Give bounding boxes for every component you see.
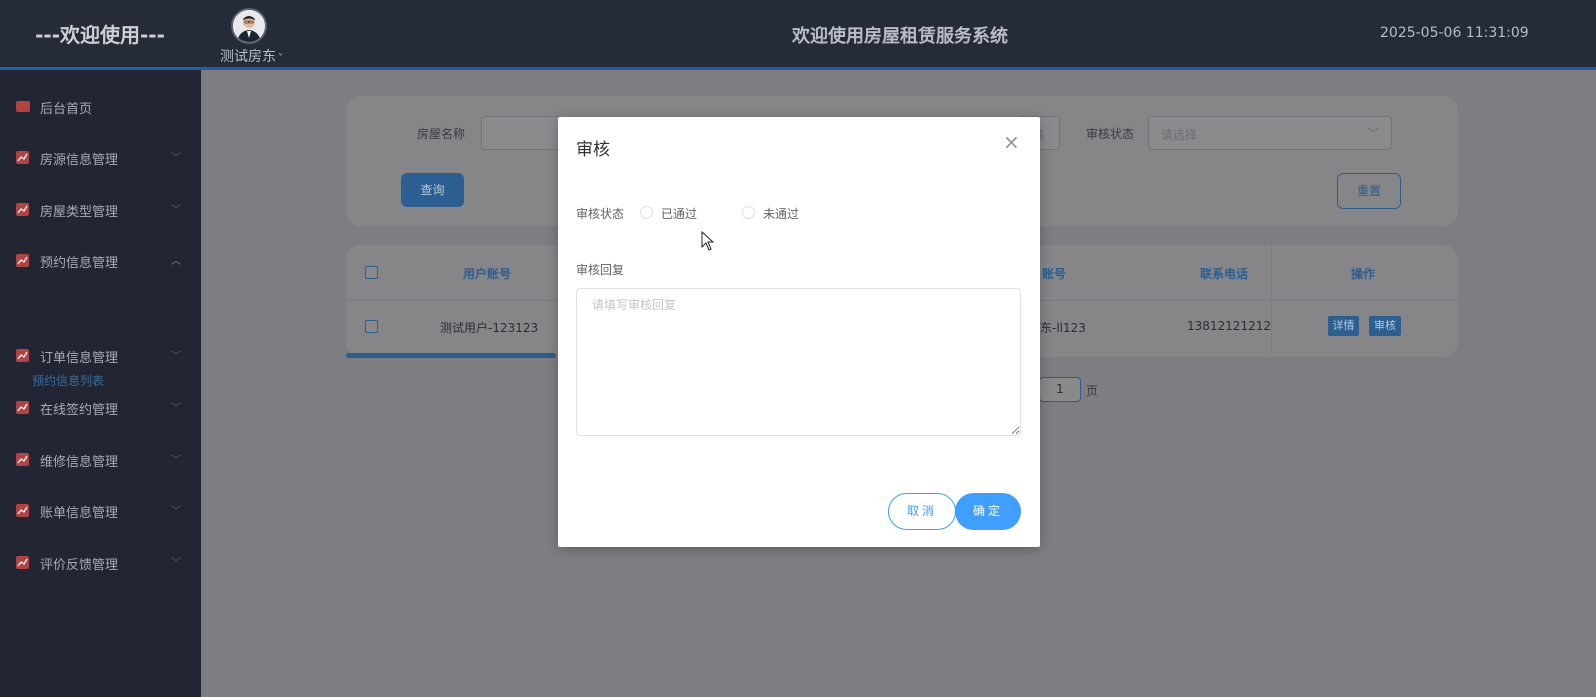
sidebar-item-orders[interactable]: 订单信息管理 ﹀ — [0, 336, 201, 376]
chevron-down-icon: ﹀ — [171, 403, 181, 414]
user-avatar-icon — [233, 10, 265, 42]
cell-user-account: 测试用户-123123 — [440, 321, 539, 335]
chevron-down-icon: ﹀ — [171, 153, 181, 164]
chart-icon — [16, 254, 29, 267]
col-actions: 操作 — [1351, 267, 1376, 281]
audit-button[interactable]: 审核 — [1369, 316, 1401, 336]
cell-landlord-account: 东-ll123 — [1040, 321, 1086, 335]
sidebar-item-label: 房源信息管理 — [40, 153, 119, 168]
chart-icon — [16, 556, 29, 569]
radio-failed[interactable] — [742, 206, 755, 219]
user-name-label: 测试房东 — [220, 49, 276, 65]
audit-status-label: 审核状态 — [1086, 127, 1135, 141]
audit-dialog: 审核 × 审核状态 已通过 未通过 审核回复 取消 确定 — [558, 117, 1040, 547]
sidebar: 后台首页 房源信息管理 ﹀ 房屋类型管理 ﹀ 预约信息管理 ︿ 预约信息列表 订… — [0, 70, 201, 697]
audit-status-select[interactable]: 请选择 ﹀ — [1148, 116, 1392, 150]
sidebar-item-label: 评价反馈管理 — [40, 558, 119, 573]
chevron-down-icon: ﹀ — [171, 205, 181, 216]
house-name-input[interactable] — [481, 116, 561, 150]
sidebar-item-contracts[interactable]: 在线签约管理 ﹀ — [0, 388, 201, 428]
select-all-checkbox[interactable] — [365, 266, 378, 279]
cancel-button[interactable]: 取消 — [888, 493, 956, 530]
chevron-down-icon: ﹀ — [171, 455, 181, 466]
radio-passed[interactable] — [640, 206, 653, 219]
radio-failed-label[interactable]: 未通过 — [763, 205, 799, 222]
audit-status-field-label: 审核状态 — [576, 207, 625, 221]
sidebar-item-label: 账单信息管理 — [40, 506, 119, 521]
audit-reply-textarea[interactable] — [576, 288, 1021, 436]
sidebar-item-house-type[interactable]: 房屋类型管理 ﹀ — [0, 190, 201, 230]
sidebar-item-label: 订单信息管理 — [40, 351, 119, 366]
user-menu[interactable]: 测试房东 ˅ — [220, 46, 283, 66]
col-user-account: 用户账号 — [463, 267, 512, 281]
col-phone: 联系电话 — [1200, 267, 1249, 281]
row-checkbox[interactable] — [365, 320, 378, 333]
audit-reply-label: 审核回复 — [576, 263, 625, 277]
avatar[interactable] — [231, 8, 267, 44]
query-button[interactable]: 查询 — [401, 173, 464, 207]
mouse-cursor-icon — [701, 231, 715, 251]
datetime: 2025-05-06 11:31:09 — [1380, 25, 1529, 41]
reset-button[interactable]: 重置 — [1337, 173, 1401, 209]
close-icon[interactable]: × — [1003, 130, 1020, 154]
sidebar-item-house-info[interactable]: 房源信息管理 ﹀ — [0, 138, 201, 178]
col-landlord-account: 账号 — [1042, 267, 1067, 281]
column-divider — [1271, 245, 1272, 353]
radio-passed-label[interactable]: 已通过 — [661, 205, 697, 222]
dialog-title: 审核 — [576, 140, 610, 160]
chevron-down-icon: ˅ — [278, 53, 283, 64]
cell-phone: 13812121212 — [1187, 319, 1271, 333]
audit-status-placeholder: 请选择 — [1161, 128, 1198, 142]
sidebar-item-label: 后台首页 — [40, 102, 93, 117]
sidebar-item-label: 维修信息管理 — [40, 455, 119, 470]
sidebar-item-dashboard[interactable]: 后台首页 — [0, 87, 201, 127]
sidebar-item-bills[interactable]: 账单信息管理 ﹀ — [0, 491, 201, 531]
system-title: 欢迎使用房屋租赁服务系统 — [792, 26, 1008, 47]
chart-icon — [16, 151, 29, 164]
sidebar-item-label: 在线签约管理 — [40, 403, 119, 418]
sidebar-item-repairs[interactable]: 维修信息管理 ﹀ — [0, 440, 201, 480]
horizontal-scrollbar[interactable] — [346, 353, 556, 358]
monitor-icon — [16, 101, 30, 112]
sidebar-item-label: 预约信息管理 — [40, 256, 119, 271]
top-header: ---欢迎使用--- 测试房东 ˅ 欢迎使用房屋租赁服务系统 2025-05-06… — [0, 0, 1596, 67]
welcome-text: ---欢迎使用--- — [35, 23, 165, 47]
sidebar-item-appointment[interactable]: 预约信息管理 ︿ — [0, 241, 201, 281]
chevron-down-icon: ﹀ — [171, 351, 181, 362]
header-accent-bar — [0, 67, 1596, 70]
detail-button[interactable]: 详情 — [1328, 316, 1359, 336]
chevron-down-icon: ﹀ — [1368, 127, 1379, 140]
chevron-up-icon: ︿ — [171, 256, 181, 267]
page-number-input[interactable]: 1 — [1039, 377, 1081, 402]
confirm-button[interactable]: 确定 — [955, 493, 1021, 530]
chart-icon — [16, 349, 29, 362]
chart-icon — [16, 401, 29, 414]
chevron-down-icon: ﹀ — [171, 506, 181, 517]
sidebar-item-feedback[interactable]: 评价反馈管理 ﹀ — [0, 543, 201, 583]
page-suffix: 页 — [1086, 384, 1099, 398]
chart-icon — [16, 453, 29, 466]
chevron-down-icon: ﹀ — [171, 558, 181, 569]
chart-icon — [16, 504, 29, 517]
chart-icon — [16, 203, 29, 216]
sidebar-item-label: 房屋类型管理 — [40, 205, 119, 220]
house-name-label: 房屋名称 — [417, 127, 466, 141]
